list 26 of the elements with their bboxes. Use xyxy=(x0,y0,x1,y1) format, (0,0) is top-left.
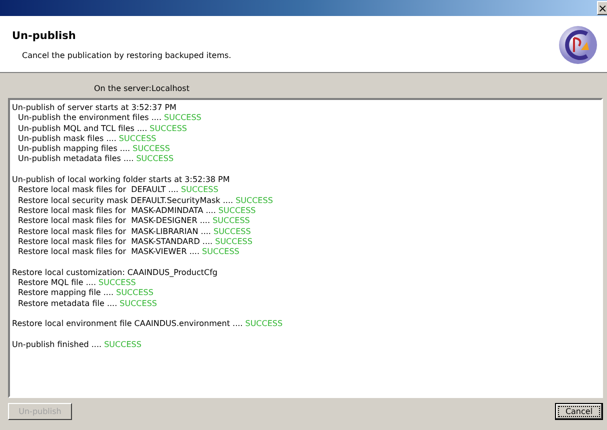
log-line: Restore local environment file CAAINDUS.environment .... SUCCESS xyxy=(12,319,283,330)
log-line: Un-publish mapping files .... SUCCESS xyxy=(17,144,170,154)
cancel-button[interactable]: Cancel xyxy=(555,403,603,420)
log-line: Restore local mask files for MASK-VIEWER .... SUCCESS xyxy=(17,247,240,258)
log-line: Restore local mask files for DEFAULT .... SUCCESS xyxy=(17,185,218,196)
server-label: On the server:Localhost xyxy=(94,84,190,93)
log-line: Restore local mask files for MASK-LIBRARIAN .... SUCCESS xyxy=(17,226,251,237)
log-line: Restore local security mask DEFAULT.SecurityMask .... SUCCESS xyxy=(17,196,273,206)
dialog-title: Un-publish xyxy=(12,29,77,44)
log-line: Un-publish of server starts at 3:52:37 PM xyxy=(12,103,176,114)
log-line: Restore metadata file .... SUCCESS xyxy=(17,298,157,309)
log-line: Restore MQL file .... SUCCESS xyxy=(17,278,136,288)
log-line: Restore local mask files for MASK-ADMINDATA .... SUCCESS xyxy=(17,206,256,216)
log-line: Restore mapping file .... SUCCESS xyxy=(17,288,154,299)
dialog-subtitle: Cancel the publication by restoring backuped items. xyxy=(21,50,232,62)
close-button[interactable]: × xyxy=(597,1,607,15)
log-line: Restore local mask files for MASK-DESIGNER .... SUCCESS xyxy=(17,216,250,227)
log-line: Un-publish mask files .... SUCCESS xyxy=(17,134,156,144)
log-line: Un-publish of local working folder starts at 3:52:38 PM xyxy=(12,175,230,186)
logo-icon xyxy=(557,24,599,66)
log-line: Restore local customization: CAAINDUS_ProductCfg xyxy=(12,268,218,278)
log-line: Restore local mask files for MASK-STANDARD .... SUCCESS xyxy=(17,236,252,248)
log-line: Un-publish metadata files .... SUCCESS xyxy=(17,154,174,165)
log-line: Un-publish the environment files .... SUCCESS xyxy=(17,113,202,124)
log-line: Un-publish MQL and TCL files .... SUCCESS xyxy=(17,124,187,134)
log-line: Un-publish finished .... SUCCESS xyxy=(12,340,142,350)
